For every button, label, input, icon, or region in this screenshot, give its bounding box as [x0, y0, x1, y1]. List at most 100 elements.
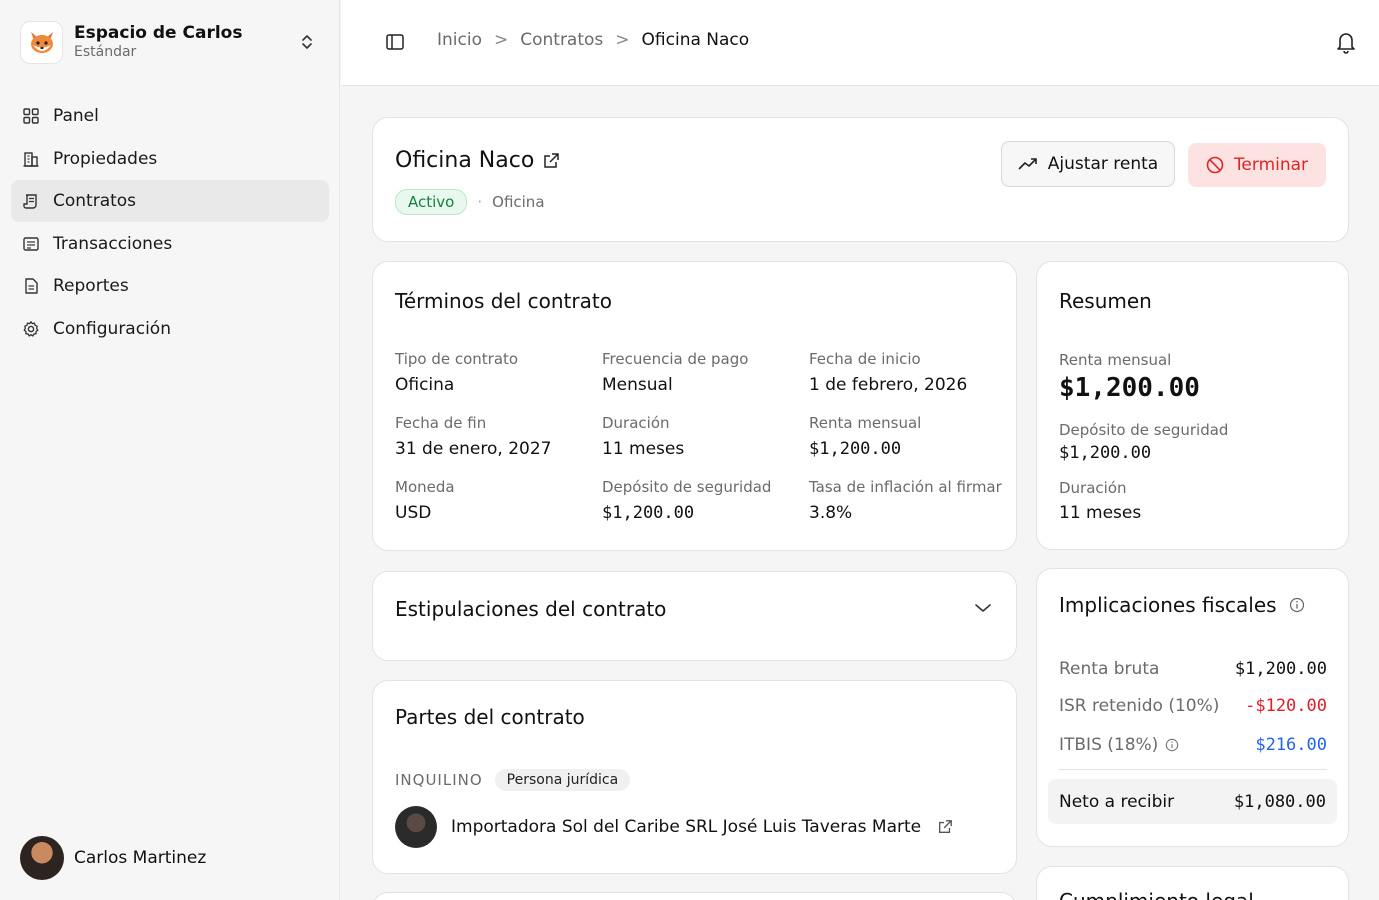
sidebar-item-label: Reportes [53, 276, 129, 297]
fiscal-value: -$120.00 [1245, 696, 1327, 716]
sidebar-item-transacciones[interactable]: Transacciones [11, 223, 329, 265]
summary-duration-label: Duración [1059, 479, 1127, 497]
term-value: 31 de enero, 2027 [395, 439, 552, 459]
info-icon[interactable] [1289, 597, 1305, 613]
summary-rent-label: Renta mensual [1059, 351, 1172, 369]
net-value: $1,080.00 [1233, 791, 1326, 812]
term-label: Tipo de contrato [395, 350, 519, 368]
term-item: Tasa de inflación al firmar 3.8% [809, 478, 1009, 523]
term-value: $1,200.00 [809, 439, 902, 459]
term-label: Moneda [395, 478, 455, 496]
adjust-rent-button[interactable]: Ajustar renta [1001, 141, 1175, 187]
breadcrumb-section[interactable]: Contratos [520, 30, 603, 50]
sidebar-item-label: Contratos [53, 191, 137, 212]
term-item: Moneda USD [395, 478, 595, 523]
user-menu[interactable]: Carlos Martinez [20, 836, 206, 880]
summary-rent-value: $1,200.00 [1059, 373, 1200, 403]
workspace-plan: Estándar [74, 43, 137, 60]
term-value: $1,200.00 [602, 503, 695, 523]
contract-header-card: Oficina Naco Activo · Oficina Ajustar re… [372, 117, 1349, 242]
info-icon[interactable] [1165, 738, 1179, 752]
dot-separator: · [477, 193, 483, 211]
card-title: Cumplimiento legal [1059, 889, 1254, 900]
contract-type-label: Oficina [492, 193, 545, 211]
terminate-button[interactable]: Terminar [1188, 143, 1326, 187]
role-row: INQUILINO Persona jurídica [395, 769, 631, 791]
breadcrumb-home[interactable]: Inicio [437, 30, 482, 50]
trending-up-icon [1018, 158, 1037, 170]
receipt-icon [23, 237, 39, 251]
term-value: 11 meses [602, 439, 685, 459]
term-label: Depósito de seguridad [602, 478, 772, 496]
gear-icon [23, 321, 39, 337]
grid-icon [23, 108, 39, 124]
term-item: Fecha de inicio 1 de febrero, 2026 [809, 350, 1009, 395]
sidebar-nav: Panel Propiedades Contratos Transaccione… [11, 95, 329, 351]
sidebar-item-propiedades[interactable]: Propiedades [11, 138, 329, 180]
topbar: Inicio > Contratos > Oficina Naco [341, 0, 1379, 86]
bell-icon[interactable] [1335, 30, 1357, 54]
user-name: Carlos Martinez [74, 848, 207, 868]
terminate-label: Terminar [1233, 155, 1309, 175]
contract-icon [23, 194, 37, 209]
term-item: Fecha de fin 31 de enero, 2027 [395, 414, 595, 459]
workspace-switcher[interactable]: Espacio de Carlos Estándar [20, 20, 320, 64]
term-item: Depósito de seguridad $1,200.00 [602, 478, 802, 523]
status-badge: Activo [395, 189, 468, 215]
building-icon [23, 151, 39, 167]
term-label: Tasa de inflación al firmar [809, 478, 1002, 496]
sidebar: Espacio de Carlos Estándar Panel Propied… [0, 0, 340, 900]
chevron-up-down-icon [302, 35, 312, 49]
party-row[interactable]: Importadora Sol del Caribe SRL José Luis… [395, 806, 953, 848]
breadcrumb: Inicio > Contratos > Oficina Naco [437, 30, 749, 50]
adjust-rent-label: Ajustar renta [1047, 154, 1159, 174]
sidebar-item-label: Transacciones [53, 233, 173, 254]
fiscal-label-row: ITBIS (18%) [1059, 735, 1179, 755]
net-total: Neto a recibir $1,080.00 [1048, 779, 1337, 824]
sidebar-item-configuracion[interactable]: Configuración [11, 308, 329, 350]
workspace-name: Espacio de Carlos [74, 23, 243, 44]
sidebar-toggle-icon[interactable] [385, 33, 405, 51]
term-label: Fecha de inicio [809, 350, 921, 368]
contract-terms-card: Términos del contrato Tipo de contrato O… [372, 261, 1017, 551]
term-value: Mensual [602, 375, 673, 395]
sidebar-item-reportes[interactable]: Reportes [11, 265, 329, 307]
term-label: Fecha de fin [395, 414, 487, 432]
chevron-down-icon[interactable] [974, 602, 992, 614]
fiscal-row: ISR retenido (10%) -$120.00 [1059, 696, 1327, 716]
term-item: Frecuencia de pago Mensual [602, 350, 802, 395]
sidebar-item-contratos[interactable]: Contratos [11, 180, 329, 223]
sidebar-item-panel[interactable]: Panel [11, 95, 329, 137]
term-value: 1 de febrero, 2026 [809, 375, 968, 395]
document-icon [25, 278, 38, 295]
fiscal-row: Renta bruta $1,200.00 [1059, 659, 1327, 679]
external-link-icon[interactable] [937, 819, 953, 835]
summary-deposit-value: $1,200.00 [1059, 443, 1152, 463]
sidebar-item-label: Panel [53, 106, 99, 126]
term-item: Renta mensual $1,200.00 [809, 414, 1009, 459]
card-title: Estipulaciones del contrato [395, 597, 667, 621]
fiscal-value: $1,200.00 [1234, 659, 1327, 679]
avatar [20, 836, 64, 880]
term-label: Frecuencia de pago [602, 350, 749, 368]
role-label: INQUILINO [395, 771, 483, 789]
external-link-icon[interactable] [542, 152, 560, 170]
term-value: USD [395, 503, 432, 523]
term-label: Duración [602, 414, 670, 432]
chevron-right-icon: > [615, 30, 630, 50]
card-title: Implicaciones fiscales [1059, 593, 1277, 617]
term-item: Duración 11 meses [602, 414, 802, 459]
fiscal-label: ITBIS (18%) [1059, 735, 1159, 755]
tenant-name[interactable]: Importadora Sol del Caribe SRL José Luis… [451, 817, 921, 837]
card-title: Términos del contrato [395, 289, 612, 313]
stipulations-card[interactable]: Estipulaciones del contrato [372, 571, 1017, 661]
term-item: Tipo de contrato Oficina [395, 350, 595, 395]
fox-logo-icon [20, 20, 63, 64]
parties-card: Partes del contrato INQUILINO Persona ju… [372, 680, 1017, 874]
term-label: Renta mensual [809, 414, 922, 432]
chevron-right-icon: > [493, 30, 509, 50]
summary-deposit-label: Depósito de seguridad [1059, 421, 1229, 439]
fiscal-label: ISR retenido (10%) [1059, 696, 1220, 716]
breadcrumb-current: Oficina Naco [641, 30, 750, 50]
fiscal-card: Implicaciones fiscales Renta bruta $1,20… [1036, 568, 1349, 847]
